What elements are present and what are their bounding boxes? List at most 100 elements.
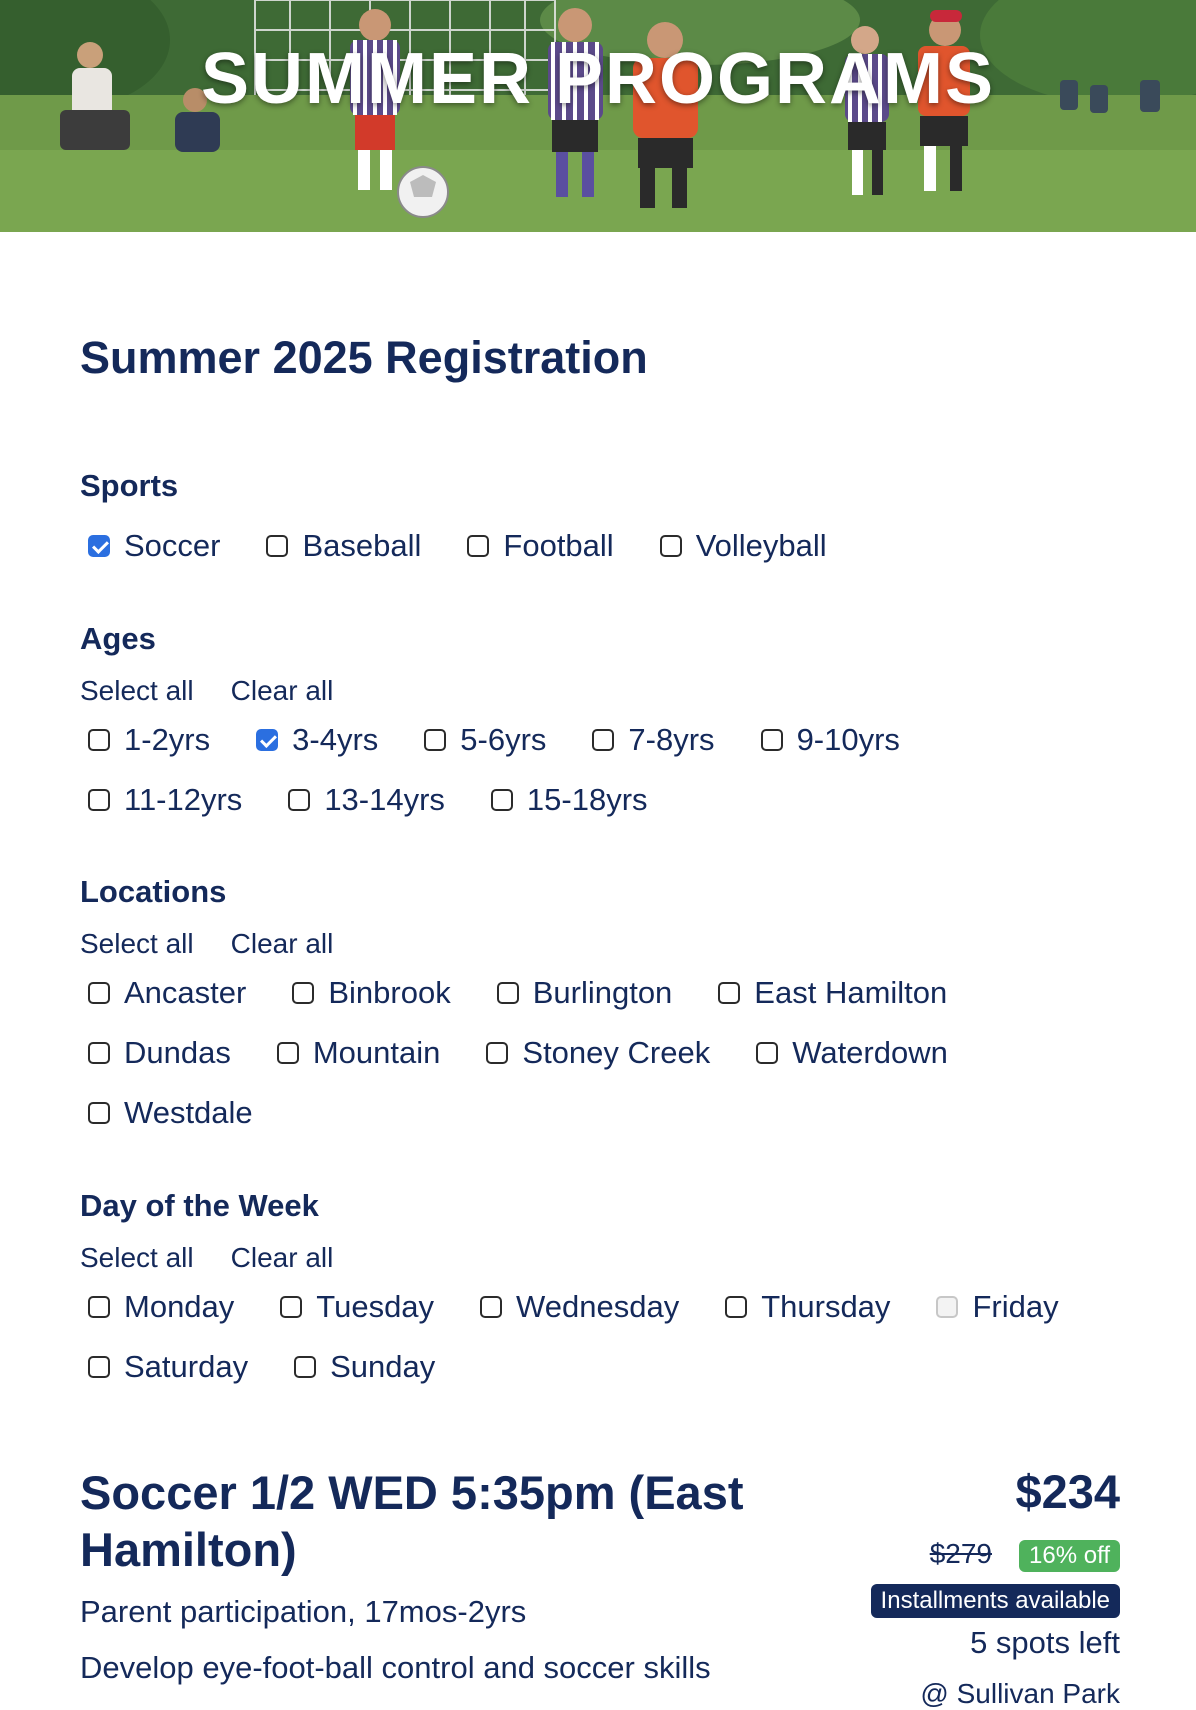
location-option-stoney-creek[interactable]: Stoney Creek (486, 1035, 710, 1071)
checkbox-mountain[interactable] (276, 1042, 299, 1064)
checkbox-westdale[interactable] (88, 1102, 110, 1124)
age-option-15-18[interactable]: 15-18yrs (490, 782, 648, 818)
day-option-sunday[interactable]: Sunday (294, 1349, 435, 1385)
days-options-row-2: Saturday Sunday (88, 1349, 435, 1385)
checkbox-thursday[interactable] (725, 1296, 748, 1318)
option-label: Soccer (124, 528, 221, 563)
location-option-dundas[interactable]: Dundas (88, 1035, 231, 1071)
checkbox-waterdown[interactable] (756, 1042, 779, 1064)
location-option-mountain[interactable]: Mountain (276, 1035, 441, 1071)
checkbox-age-3-4[interactable] (256, 729, 279, 751)
location-option-westdale[interactable]: Westdale (88, 1095, 253, 1131)
locations-options-row-1: Ancaster Binbrook Burlington East Hamilt… (88, 975, 947, 1011)
checkbox-wednesday[interactable] (480, 1296, 503, 1318)
age-option-13-14[interactable]: 13-14yrs (288, 782, 445, 818)
sport-option-football[interactable]: Football (467, 528, 614, 564)
day-option-wednesday[interactable]: Wednesday (480, 1289, 679, 1325)
checkbox-age-9-10[interactable] (760, 729, 783, 751)
ages-options-row-2: 11-12yrs 13-14yrs 15-18yrs (88, 782, 648, 818)
checkbox-age-1-2[interactable] (88, 729, 110, 751)
day-option-thursday[interactable]: Thursday (725, 1289, 890, 1325)
age-option-5-6[interactable]: 5-6yrs (424, 722, 546, 758)
checkbox-burlington[interactable] (496, 982, 519, 1004)
checkbox-saturday[interactable] (88, 1356, 110, 1378)
option-label: 9-10yrs (796, 722, 900, 757)
program-venue: @ Sullivan Park (920, 1678, 1120, 1709)
location-option-burlington[interactable]: Burlington (496, 975, 673, 1011)
sport-option-volleyball[interactable]: Volleyball (659, 528, 827, 564)
option-label: Waterdown (792, 1035, 948, 1070)
option-label: East Hamilton (754, 975, 948, 1010)
location-option-binbrook[interactable]: Binbrook (292, 975, 451, 1011)
hero-banner: SUMMER PROGRAMS (0, 0, 1196, 232)
option-label: 5-6yrs (460, 722, 547, 757)
checkbox-binbrook[interactable] (292, 982, 315, 1004)
program-price: $234 (1015, 1465, 1120, 1518)
days-select-links: Select all Clear all (80, 1242, 333, 1274)
ages-select-all-link[interactable]: Select all (80, 675, 194, 706)
checkbox-volleyball[interactable] (659, 535, 682, 557)
option-label: Ancaster (124, 975, 247, 1010)
days-clear-all-link[interactable]: Clear all (231, 1242, 334, 1273)
option-label: 11-12yrs (124, 782, 243, 817)
location-option-waterdown[interactable]: Waterdown (756, 1035, 948, 1071)
checkbox-tuesday[interactable] (280, 1296, 303, 1318)
option-label: 7-8yrs (628, 722, 715, 757)
day-option-friday[interactable]: Friday (936, 1289, 1059, 1325)
installments-badge: Installments available (870, 1584, 1120, 1618)
option-label: Volleyball (695, 528, 827, 563)
option-label: Dundas (124, 1035, 231, 1070)
checkbox-age-13-14[interactable] (288, 789, 311, 811)
checkbox-baseball[interactable] (266, 535, 289, 557)
ages-select-links: Select all Clear all (80, 675, 333, 707)
locations-select-all-link[interactable]: Select all (80, 928, 194, 959)
locations-select-links: Select all Clear all (80, 928, 333, 960)
sports-options: Soccer Baseball Football Volleyball (88, 528, 827, 564)
sport-option-baseball[interactable]: Baseball (266, 528, 421, 564)
sports-section-title: Sports (80, 468, 179, 503)
option-label: 1-2yrs (124, 722, 211, 757)
days-select-all-link[interactable]: Select all (80, 1242, 194, 1273)
checkbox-soccer[interactable] (88, 535, 110, 557)
checkbox-friday[interactable] (936, 1296, 959, 1318)
locations-clear-all-link[interactable]: Clear all (231, 928, 334, 959)
checkbox-east-hamilton[interactable] (718, 982, 741, 1004)
option-label: Monday (124, 1289, 235, 1324)
option-label: Friday (972, 1289, 1059, 1324)
checkbox-age-11-12[interactable] (88, 789, 110, 811)
checkbox-age-15-18[interactable] (490, 789, 513, 811)
option-label: Binbrook (328, 975, 451, 1010)
day-option-tuesday[interactable]: Tuesday (280, 1289, 434, 1325)
age-option-7-8[interactable]: 7-8yrs (592, 722, 715, 758)
sport-option-soccer[interactable]: Soccer (88, 528, 220, 564)
location-option-ancaster[interactable]: Ancaster (88, 975, 246, 1011)
checkbox-age-7-8[interactable] (592, 729, 615, 751)
checkbox-sunday[interactable] (294, 1356, 317, 1378)
age-option-9-10[interactable]: 9-10yrs (760, 722, 900, 758)
option-label: Burlington (532, 975, 673, 1010)
original-price: $279 (929, 1538, 992, 1569)
checkbox-stoney-creek[interactable] (486, 1042, 509, 1064)
option-label: 15-18yrs (526, 782, 648, 817)
option-label: Thursday (761, 1289, 891, 1324)
option-label: Wednesday (516, 1289, 680, 1324)
day-option-monday[interactable]: Monday (88, 1289, 234, 1325)
checkbox-football[interactable] (467, 535, 490, 557)
option-label: Tuesday (316, 1289, 435, 1324)
checkbox-age-5-6[interactable] (424, 729, 447, 751)
age-option-11-12[interactable]: 11-12yrs (88, 782, 242, 818)
option-label: Football (503, 528, 614, 563)
checkbox-dundas[interactable] (88, 1042, 110, 1064)
page-title: Summer 2025 Registration (80, 332, 648, 383)
age-option-3-4[interactable]: 3-4yrs (256, 722, 378, 758)
location-option-east-hamilton[interactable]: East Hamilton (718, 975, 947, 1011)
ages-options-row-1: 1-2yrs 3-4yrs 5-6yrs 7-8yrs 9-10yrs (88, 722, 900, 758)
option-label: Mountain (312, 1035, 441, 1070)
age-option-1-2[interactable]: 1-2yrs (88, 722, 210, 758)
checkbox-monday[interactable] (88, 1296, 110, 1318)
program-title[interactable]: Soccer 1/2 WED 5:35pm (East Hamilton) (80, 1464, 800, 1578)
ages-clear-all-link[interactable]: Clear all (231, 675, 334, 706)
checkbox-ancaster[interactable] (88, 982, 110, 1004)
option-label: Baseball (302, 528, 422, 563)
day-option-saturday[interactable]: Saturday (88, 1349, 248, 1385)
